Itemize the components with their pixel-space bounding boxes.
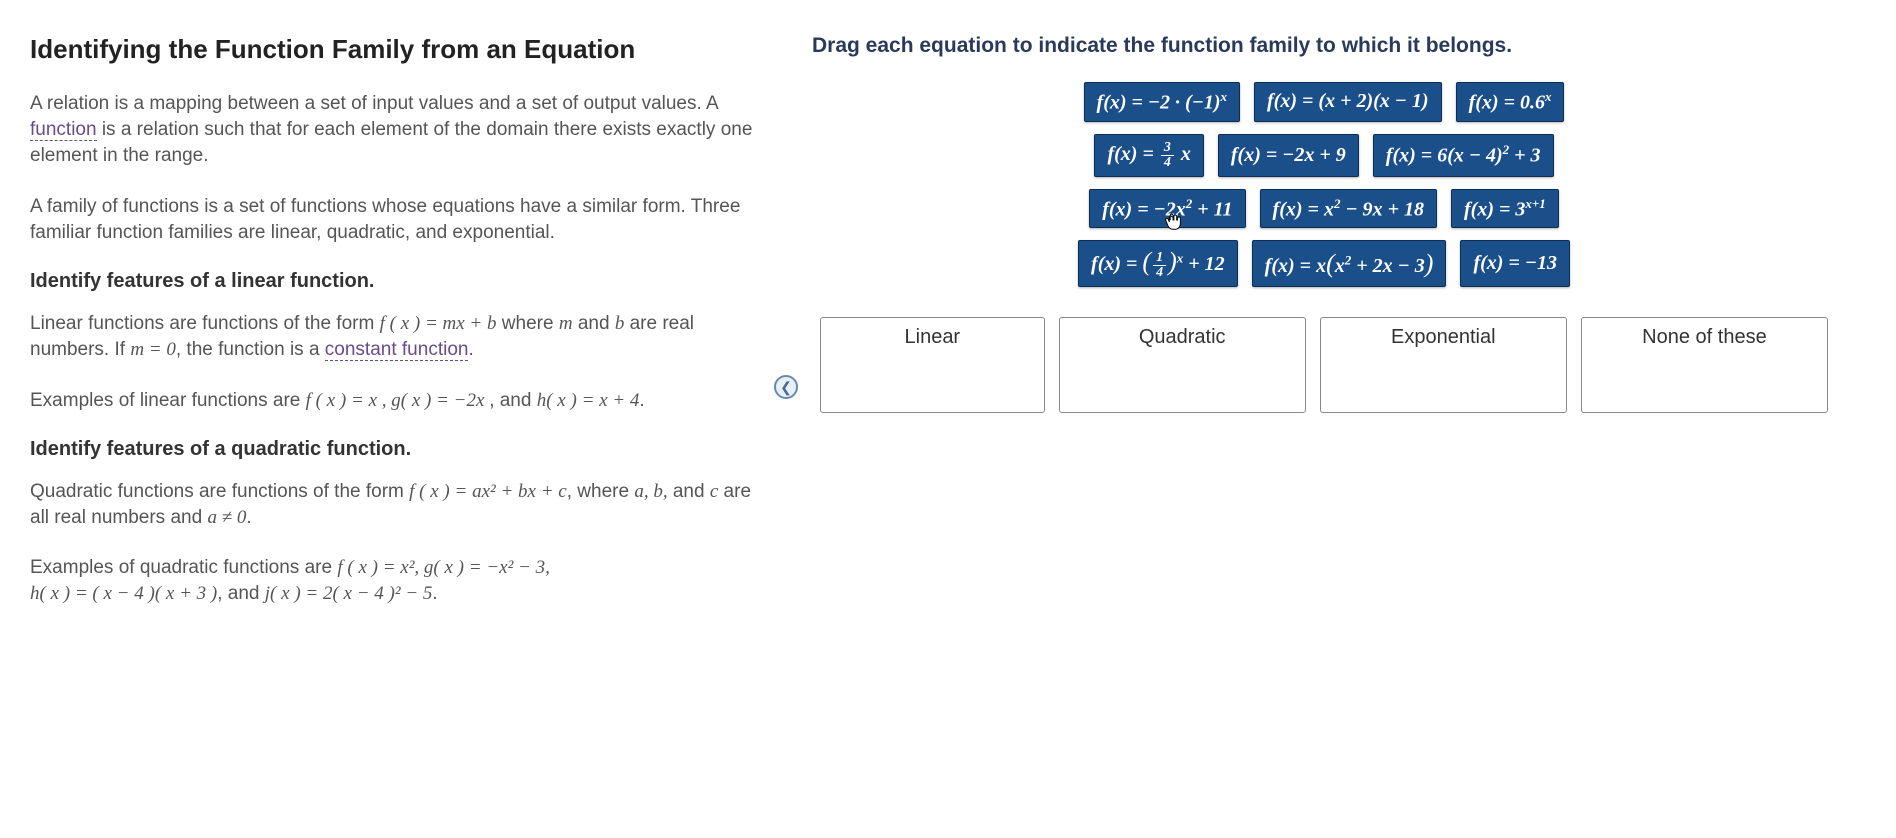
- math: a, b,: [634, 481, 667, 502]
- intro-paragraph-1: A relation is a mapping between a set of…: [30, 91, 764, 170]
- numer: 1: [1153, 251, 1166, 266]
- text: .: [468, 339, 473, 360]
- text: Linear functions are functions of the fo…: [30, 313, 380, 334]
- text: .: [432, 583, 437, 604]
- equation-chip[interactable]: f(x) = 6(x − 4)2 + 3: [1373, 134, 1554, 177]
- math: h( x ) = x + 4: [537, 390, 640, 411]
- draggable-chip-area: f(x) = −2 · (−1)x f(x) = (x + 2)(x − 1) …: [812, 82, 1836, 287]
- link-function[interactable]: function: [30, 119, 97, 141]
- equation-chip[interactable]: f(x) = −13: [1460, 240, 1570, 287]
- drop-linear[interactable]: Linear: [820, 317, 1045, 413]
- denom: 4: [1153, 266, 1166, 280]
- text: , where: [567, 481, 635, 502]
- equation-chip[interactable]: f(x) = 0.6x: [1456, 82, 1565, 122]
- text: , the function is a: [176, 339, 325, 360]
- equation-chip[interactable]: f(x) = 3x+1: [1451, 189, 1559, 229]
- text: Examples of quadratic functions are: [30, 557, 337, 578]
- drop-quadratic[interactable]: Quadratic: [1059, 317, 1306, 413]
- chip-row-4: f(x) = (14)x + 12 f(x) = x(x2 + 2x − 3) …: [1078, 240, 1570, 287]
- text: .: [246, 507, 251, 528]
- linear-def-paragraph: Linear functions are functions of the fo…: [30, 311, 764, 363]
- equation-chip[interactable]: f(x) = 34 x: [1094, 134, 1203, 177]
- link-constant-function[interactable]: constant function: [325, 339, 469, 361]
- math: b: [615, 313, 625, 334]
- quadratic-def-paragraph: Quadratic functions are functions of the…: [30, 479, 764, 531]
- equation-chip[interactable]: f(x) = −2x + 9: [1218, 134, 1359, 177]
- math: f ( x ) = ax² + bx + c: [409, 481, 567, 502]
- equation-chip[interactable]: f(x) = (14)x + 12: [1078, 240, 1238, 287]
- math: c: [710, 481, 718, 502]
- drop-none[interactable]: None of these: [1581, 317, 1828, 413]
- math: f ( x ) = mx + b: [380, 313, 497, 334]
- drop-target-row: Linear Quadratic Exponential None of the…: [812, 317, 1836, 413]
- math: h( x ) = ( x − 4 )( x + 3 ): [30, 583, 217, 604]
- text: Quadratic functions are functions of the…: [30, 481, 409, 502]
- text: , and: [217, 583, 265, 604]
- text: where: [497, 313, 559, 334]
- text: A relation is a mapping between a set of…: [30, 93, 718, 114]
- collapse-panel-button[interactable]: ❮: [774, 375, 798, 399]
- equation-chip[interactable]: f(x) = −2x2 + 11: [1089, 189, 1245, 229]
- math: f ( x ) = x , g( x ) = −2x: [306, 390, 490, 411]
- numer: 3: [1161, 141, 1174, 156]
- text: and: [573, 313, 615, 334]
- lesson-text-panel: Identifying the Function Family from an …: [0, 0, 792, 838]
- drop-label: Exponential: [1391, 326, 1496, 348]
- math: a ≠ 0: [207, 507, 246, 528]
- equation-chip[interactable]: f(x) = −2 · (−1)x: [1084, 82, 1240, 122]
- denom: 4: [1161, 156, 1174, 170]
- exp: x: [1177, 251, 1184, 266]
- arrow-left-icon: ❮: [780, 379, 792, 396]
- math: m: [559, 313, 573, 334]
- text: and: [668, 481, 710, 502]
- intro-paragraph-2: A family of functions is a set of functi…: [30, 194, 764, 246]
- equation-chip[interactable]: f(x) = x2 − 9x + 18: [1260, 189, 1437, 229]
- chip-row-2: f(x) = 34 x f(x) = −2x + 9 f(x) = 6(x − …: [1094, 134, 1553, 177]
- text: Examples of linear functions are: [30, 390, 306, 411]
- equation-chip[interactable]: f(x) = (x + 2)(x − 1): [1254, 82, 1442, 122]
- equation-chip[interactable]: f(x) = x(x2 + 2x − 3): [1252, 240, 1447, 287]
- page-title: Identifying the Function Family from an …: [30, 34, 764, 65]
- drop-exponential[interactable]: Exponential: [1320, 317, 1567, 413]
- quadratic-examples-paragraph: Examples of quadratic functions are f ( …: [30, 555, 764, 607]
- activity-instruction: Drag each equation to indicate the funct…: [812, 34, 1836, 58]
- text: , and: [489, 390, 537, 411]
- math: j( x ) = 2( x − 4 )² − 5: [265, 583, 433, 604]
- linear-examples-paragraph: Examples of linear functions are f ( x )…: [30, 388, 764, 414]
- drop-label: Linear: [905, 326, 961, 348]
- text: is a relation such that for each element…: [30, 119, 752, 166]
- text: .: [639, 390, 644, 411]
- chip-row-3: f(x) = −2x2 + 11 f(x) = x2 − 9x + 18 f(x…: [1089, 189, 1559, 229]
- subhead-quadratic: Identify features of a quadratic functio…: [30, 438, 764, 461]
- math: f ( x ) = x², g( x ) = −x² − 3,: [337, 557, 550, 578]
- subhead-linear: Identify features of a linear function.: [30, 270, 764, 293]
- activity-panel: Drag each equation to indicate the funct…: [792, 0, 1896, 838]
- drop-label: Quadratic: [1139, 326, 1226, 348]
- drop-label: None of these: [1642, 326, 1767, 348]
- math: m = 0: [130, 339, 176, 360]
- chip-row-1: f(x) = −2 · (−1)x f(x) = (x + 2)(x − 1) …: [1084, 82, 1565, 122]
- lesson-page: Identifying the Function Family from an …: [0, 0, 1896, 838]
